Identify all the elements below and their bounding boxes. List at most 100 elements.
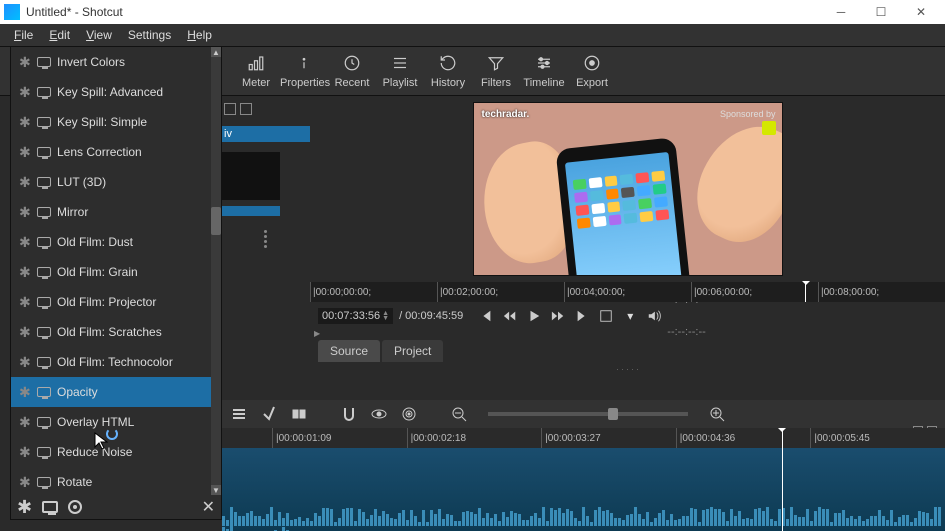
favorite-star-icon[interactable]: ✱ xyxy=(19,174,31,191)
filter-item[interactable]: ✱ Old Film: Grain xyxy=(11,257,221,287)
favorite-star-icon[interactable]: ✱ xyxy=(19,114,31,131)
skip-forward-button[interactable] xyxy=(575,309,589,323)
menu-help[interactable]: Help xyxy=(179,25,220,45)
cut-button[interactable] xyxy=(260,405,278,423)
toolbar-filters[interactable]: Filters xyxy=(472,53,520,89)
timeline-ruler[interactable]: |00:00:01:09 |00:00:02:18 |00:00:03:27 |… xyxy=(222,428,945,448)
scroll-up-button[interactable]: ▲ xyxy=(211,47,221,57)
toolbar-playlist[interactable]: Playlist xyxy=(376,53,424,89)
favorites-filter-icon[interactable]: ✱ xyxy=(17,497,32,518)
menu-edit[interactable]: Edit xyxy=(41,25,78,45)
play-button[interactable] xyxy=(527,309,541,323)
filter-item[interactable]: ✱Old Film: Dust xyxy=(11,227,221,257)
video-overlay-brand: techradar. xyxy=(482,109,530,120)
toolbar-meter[interactable]: Meter xyxy=(232,53,280,89)
filter-item[interactable]: ✱ Reduce Noise xyxy=(11,437,221,467)
toolbar-properties[interactable]: Properties xyxy=(280,53,328,89)
scroll-down-button[interactable]: ▼ xyxy=(211,485,221,495)
filter-name: Invert Colors xyxy=(57,55,125,69)
favorite-star-icon[interactable]: ✱ xyxy=(19,444,31,461)
favorite-star-icon[interactable]: ✱ xyxy=(19,414,31,431)
close-button[interactable]: ✕ xyxy=(901,1,941,23)
filter-name: Reduce Noise xyxy=(57,445,132,459)
player-ruler[interactable]: |00:00;00:00; |00:02;00:00; |00:04;00:00… xyxy=(310,282,945,302)
drag-dots[interactable]: . . . . . xyxy=(310,362,945,370)
video-filter-icon[interactable] xyxy=(42,501,58,513)
maximize-button[interactable]: ☐ xyxy=(861,1,901,23)
clip-thumbnail[interactable] xyxy=(220,152,280,200)
audio-filter-icon[interactable] xyxy=(68,500,82,514)
filter-item[interactable]: ✱Rotate xyxy=(11,467,221,497)
timeline-toolbar xyxy=(222,400,945,428)
scrub-button[interactable] xyxy=(370,405,388,423)
video-preview[interactable]: techradar. Sponsored by xyxy=(473,102,783,276)
menu-button[interactable] xyxy=(230,405,248,423)
resize-handle[interactable] xyxy=(220,230,310,248)
fast-forward-button[interactable] xyxy=(551,309,565,323)
filter-item[interactable]: ✱ Invert Colors xyxy=(11,47,221,77)
filter-item[interactable]: ✱Lens Correction xyxy=(11,137,221,167)
trackager this[interactable] xyxy=(290,405,308,423)
ruler-tick: |00:00:02:18 xyxy=(407,428,542,448)
menu-settings[interactable]: Settings xyxy=(120,25,179,45)
panel-icon[interactable] xyxy=(224,103,236,115)
favorite-star-icon[interactable]: ✱ xyxy=(19,234,31,251)
favorite-star-icon[interactable]: ✱ xyxy=(19,54,31,71)
video-icon xyxy=(37,87,51,97)
favorite-star-icon[interactable]: ✱ xyxy=(19,384,31,401)
timeline-playhead[interactable] xyxy=(782,428,783,531)
filter-item[interactable]: ✱LUT (3D) xyxy=(11,167,221,197)
filter-item[interactable]: ✱Old Film: Technocolor xyxy=(11,347,221,377)
filter-name: Key Spill: Advanced xyxy=(57,85,163,99)
scrollbar-thumb[interactable] xyxy=(211,207,221,235)
playhead[interactable] xyxy=(805,282,806,302)
skip-back-button[interactable] xyxy=(479,309,493,323)
favorite-star-icon[interactable]: ✱ xyxy=(19,264,31,281)
favorite-star-icon[interactable]: ✱ xyxy=(19,324,31,341)
timecode-input[interactable]: 00:07:33:56▲▼ xyxy=(318,308,393,324)
zoom-in-button[interactable] xyxy=(708,405,726,423)
filter-name: Old Film: Grain xyxy=(57,265,138,279)
video-icon xyxy=(37,177,51,187)
panel-icon[interactable] xyxy=(240,103,252,115)
filter-item[interactable]: ✱Old Film: Scratches xyxy=(11,317,221,347)
timeline-track[interactable] xyxy=(222,448,945,531)
toolbar-history[interactable]: History xyxy=(424,53,472,89)
menu-view[interactable]: View xyxy=(78,25,120,45)
favorite-star-icon[interactable]: ✱ xyxy=(19,294,31,311)
filter-item[interactable]: ✱Opacity xyxy=(11,377,221,407)
video-icon xyxy=(37,327,51,337)
filter-item[interactable]: ✱ Key Spill: Advanced xyxy=(11,77,221,107)
toolbar-recent[interactable]: Recent xyxy=(328,53,376,89)
filters-dropdown: ✱ Invert Colors ✱ Key Spill: Advanced ✱Key S… xyxy=(10,46,222,520)
phone-image xyxy=(555,137,692,276)
menu-file[interactable]: File xyxy=(6,25,41,45)
loop-button[interactable] xyxy=(599,309,613,323)
clip-bar[interactable] xyxy=(220,206,280,216)
favorite-star-icon[interactable]: ✱ xyxy=(19,204,31,221)
scrollbar[interactable]: ▲ ▼ xyxy=(211,47,221,495)
favorite-star-icon[interactable]: ✱ xyxy=(19,84,31,101)
volume-button[interactable] xyxy=(647,309,661,323)
minimize-button[interactable]: ─ xyxy=(821,1,861,23)
favorite-star-icon[interactable]: ✱ xyxy=(19,354,31,371)
filter-item[interactable]: ✱Mirror xyxy=(11,197,221,227)
favorite-star-icon[interactable]: ✱ xyxy=(19,144,31,161)
filter-item[interactable]: ✱Key Spill: Simple xyxy=(11,107,221,137)
snap-button[interactable] xyxy=(340,405,358,423)
rewind-button[interactable] xyxy=(503,309,517,323)
clip-filename[interactable]: iv xyxy=(220,126,310,142)
timeline: |00:00:01:09 |00:00:02:18 |00:00:03:27 |… xyxy=(222,428,945,531)
zoom-dropdown[interactable]: ▾ xyxy=(623,309,637,323)
tab-source[interactable]: Source xyxy=(318,340,380,362)
toolbar-export[interactable]: Export xyxy=(568,53,616,89)
favorite-star-icon[interactable]: ✱ xyxy=(19,474,31,491)
tab-project[interactable]: Project xyxy=(382,340,443,362)
video-icon xyxy=(37,297,51,307)
zoom-out-button[interactable] xyxy=(450,405,468,423)
close-filters-button[interactable]: ✕ xyxy=(202,497,215,517)
filter-item[interactable]: ✱Old Film: Projector xyxy=(11,287,221,317)
zoom-slider[interactable] xyxy=(488,412,688,416)
toolbar-timeline[interactable]: Timeline xyxy=(520,53,568,89)
ripple-button[interactable] xyxy=(400,405,418,423)
